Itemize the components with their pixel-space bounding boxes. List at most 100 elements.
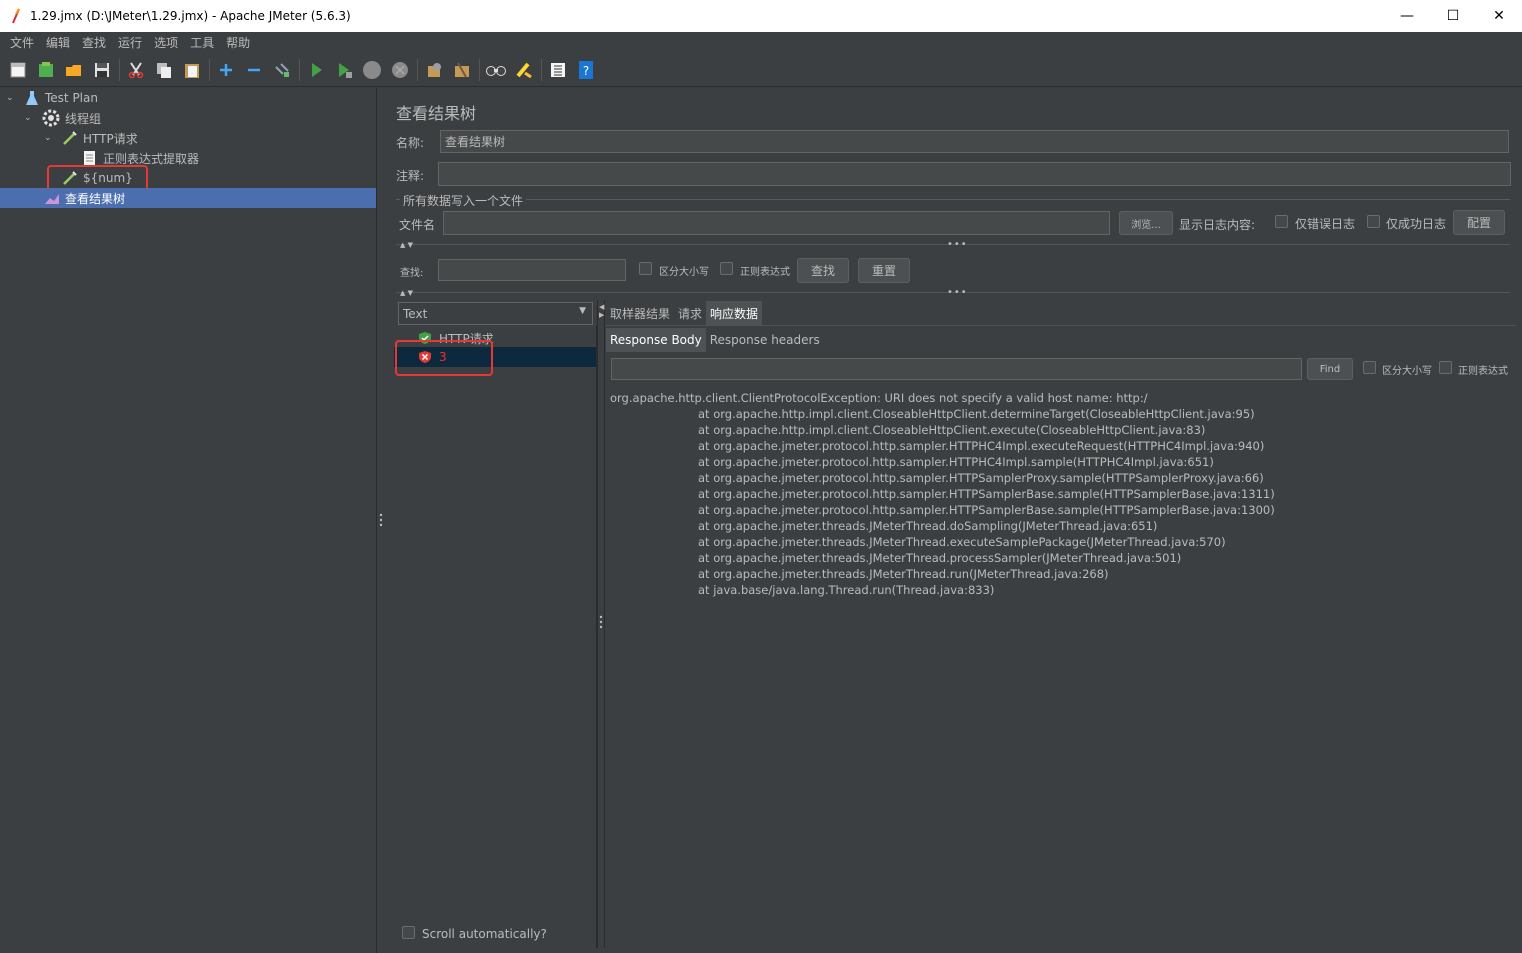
menu-run[interactable]: 运行 (112, 34, 148, 51)
menu-file[interactable]: 文件 (4, 34, 40, 51)
gear-icon (42, 109, 60, 127)
response-search-field[interactable] (611, 358, 1302, 380)
toolbar-separator (417, 58, 418, 81)
tab-sampler-result[interactable]: 取样器结果 (606, 301, 674, 325)
chevron-down-icon: ▼ (579, 306, 586, 316)
response-case-checkbox[interactable] (1363, 361, 1376, 374)
tree-label: Test Plan (45, 91, 98, 105)
new-icon[interactable] (7, 59, 29, 81)
search-icon[interactable] (485, 59, 507, 81)
response-find-button[interactable]: Find (1307, 358, 1353, 380)
tree-item-http-request[interactable]: ⌄ HTTP请求 (44, 128, 138, 148)
response-regex-label: 正则表达式 (1458, 366, 1508, 377)
close-button[interactable]: ✕ (1476, 0, 1522, 32)
stack-trace-line: at org.apache.jmeter.protocol.http.sampl… (698, 439, 1265, 453)
reset-button[interactable]: 重置 (858, 258, 910, 283)
response-regex-checkbox[interactable] (1439, 361, 1452, 374)
chevron-down-icon[interactable]: ⌄ (24, 113, 34, 123)
search-button[interactable]: 查找 (797, 258, 849, 283)
splitter-arrows-icon[interactable]: ◀ ▶ (599, 303, 604, 319)
stack-trace-line: at org.apache.http.impl.client.Closeable… (698, 407, 1255, 421)
clear-all-icon[interactable] (451, 59, 473, 81)
cut-icon[interactable] (125, 59, 147, 81)
open-icon[interactable] (63, 59, 85, 81)
paste-icon[interactable] (181, 59, 203, 81)
exception-line: org.apache.http.client.ClientProtocolExc… (610, 391, 1148, 405)
case-sensitive-checkbox[interactable] (639, 262, 652, 275)
response-subtabs: Response Body Response headers (606, 328, 824, 352)
file-section-border (396, 199, 1510, 200)
splitter-grip-icon[interactable] (599, 614, 603, 630)
divider-grip-icon[interactable]: ••• (947, 239, 968, 250)
tab-response-headers[interactable]: Response headers (706, 328, 824, 352)
reset-search-icon[interactable] (513, 59, 535, 81)
results-list (394, 326, 597, 948)
function-helper-icon[interactable] (547, 59, 569, 81)
toolbar: ? (0, 53, 1522, 87)
checkbox-box[interactable] (402, 926, 415, 939)
shutdown-icon[interactable] (389, 59, 411, 81)
log-content-label: 显示日志内容: (1179, 218, 1256, 232)
clear-icon[interactable] (423, 59, 445, 81)
tab-response-data[interactable]: 响应数据 (706, 301, 763, 325)
divider-grip-icon[interactable]: ••• (947, 287, 968, 298)
toggle-icon[interactable] (271, 59, 293, 81)
search-label: 查找: (400, 268, 424, 279)
tree-item-test-plan[interactable]: ⌄ Test Plan (6, 88, 98, 108)
errors-only-checkbox[interactable] (1275, 215, 1288, 228)
maximize-button[interactable]: ☐ (1430, 0, 1476, 32)
scroll-auto-checkbox[interactable] (402, 926, 415, 940)
regex-checkbox[interactable] (720, 262, 733, 275)
comment-field[interactable] (438, 162, 1511, 186)
renderer-value: Text (403, 306, 428, 321)
tree-item-view-results-tree[interactable]: 查看结果树 (0, 188, 376, 208)
search-field[interactable] (438, 259, 626, 281)
filename-field[interactable] (443, 211, 1110, 235)
menu-edit[interactable]: 编辑 (40, 34, 76, 51)
menu-options[interactable]: 选项 (148, 34, 184, 51)
start-no-pause-icon[interactable] (333, 59, 355, 81)
collapse-icon[interactable] (243, 59, 265, 81)
name-field[interactable]: 查看结果树 (440, 130, 1509, 153)
stop-icon[interactable] (361, 59, 383, 81)
menu-help[interactable]: 帮助 (220, 34, 256, 51)
success-only-label: 仅成功日志 (1386, 217, 1447, 231)
tab-response-body[interactable]: Response Body (606, 328, 706, 352)
save-icon[interactable] (91, 59, 113, 81)
success-only-checkbox[interactable] (1367, 215, 1380, 228)
chevron-down-icon[interactable]: ⌄ (44, 133, 54, 143)
stack-trace-line: at org.apache.jmeter.threads.JMeterThrea… (698, 567, 1109, 581)
stack-trace-line: at java.base/java.lang.Thread.run(Thread… (698, 583, 995, 597)
templates-icon[interactable] (35, 59, 57, 81)
renderer-select[interactable]: Text ▼ (398, 302, 593, 325)
copy-icon[interactable] (153, 59, 175, 81)
menu-search[interactable]: 查找 (76, 34, 112, 51)
svg-text:?: ? (583, 64, 589, 78)
test-plan-tree: ⌄ Test Plan ⌄ 线程组 ⌄ HTTP请求 正则表达式提取器 ${nu… (0, 88, 377, 953)
toolbar-separator (119, 58, 120, 81)
response-body-text[interactable]: org.apache.http.client.ClientProtocolExc… (610, 390, 1515, 598)
expand-icon[interactable] (215, 59, 237, 81)
browse-button[interactable]: 浏览... (1119, 211, 1173, 235)
start-icon[interactable] (305, 59, 327, 81)
tree-label: 线程组 (65, 111, 102, 126)
splitter-grip-icon[interactable] (379, 512, 383, 528)
tree-label: 正则表达式提取器 (103, 151, 200, 166)
menu-tools[interactable]: 工具 (184, 34, 220, 51)
configure-button[interactable]: 配置 (1453, 210, 1505, 235)
chevron-down-icon[interactable]: ⌄ (6, 93, 16, 103)
comment-label: 注释: (396, 169, 425, 183)
tab-request[interactable]: 请求 (674, 301, 706, 325)
toolbar-separator (209, 58, 210, 81)
stack-trace-line: at org.apache.jmeter.threads.JMeterThrea… (698, 535, 1226, 549)
scroll-auto-label: Scroll automatically? (422, 927, 547, 941)
help-icon[interactable]: ? (575, 59, 597, 81)
listener-chart-icon (45, 194, 59, 204)
minimize-button[interactable]: — (1384, 0, 1430, 32)
tree-item-thread-group[interactable]: ⌄ 线程组 (24, 108, 101, 128)
collapse-arrows-icon[interactable]: ▲ ▼ (400, 289, 413, 297)
collapse-arrows-icon[interactable]: ▲ ▼ (400, 241, 413, 249)
panel-title: 查看结果树 (396, 104, 477, 123)
toolbar-separator (299, 58, 300, 81)
jmeter-feather-icon (12, 8, 20, 24)
